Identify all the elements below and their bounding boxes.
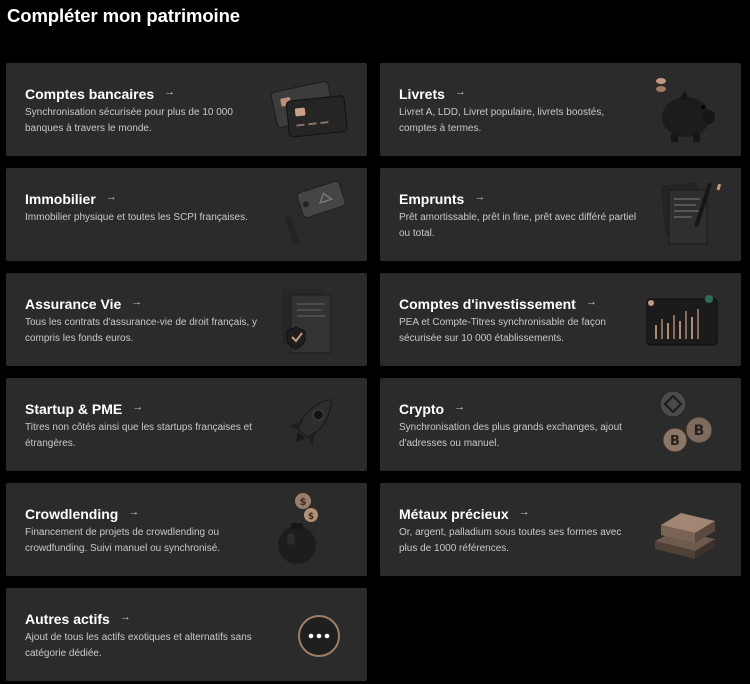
page-title: Compléter mon patrimoine [7, 5, 240, 26]
arrow-right-icon: → [454, 86, 466, 98]
card-comptes-investissement[interactable]: Comptes d'investissement → PEA et Compte… [380, 273, 741, 366]
arrow-right-icon: → [454, 401, 466, 413]
card-title: Immobilier [25, 191, 96, 207]
card-livrets[interactable]: Livrets → Livret A, LDD, Livret populair… [380, 63, 741, 156]
card-title: Emprunts [399, 191, 465, 207]
card-title: Comptes d'investissement [399, 296, 576, 312]
card-crowdlending[interactable]: Crowdlending → Financement de projets de… [6, 483, 367, 576]
more-options-icon [298, 615, 340, 657]
money-bag-icon: $ $ [278, 493, 318, 564]
insurance-contract-icon [283, 289, 332, 354]
card-startup-pme[interactable]: Startup & PME → Titres non côtés ainsi q… [6, 378, 367, 471]
card-title: Livrets [399, 86, 445, 102]
bank-cards-icon [270, 81, 348, 138]
stock-chart-icon [646, 295, 718, 346]
card-description: Synchronisation sécurisée pour plus de 1… [25, 107, 233, 134]
piggy-bank-icon [656, 78, 715, 142]
card-comptes-bancaires[interactable]: Comptes bancaires → Synchronisation sécu… [6, 63, 367, 156]
card-title: Assurance Vie [25, 296, 122, 312]
svg-text:$: $ [300, 497, 307, 508]
gold-bars-icon [655, 513, 715, 559]
svg-text:$: $ [308, 512, 314, 522]
loan-document-icon [660, 182, 722, 245]
card-description: Synchronisation des plus grands exchange… [399, 422, 622, 449]
arrow-right-icon: → [164, 86, 176, 98]
card-description: Or, argent, palladium sous toutes ses fo… [399, 527, 622, 554]
arrow-right-icon: → [474, 191, 486, 203]
card-title: Crowdlending [25, 506, 119, 522]
card-description: Tous les contrats d'assurance-vie de dro… [25, 317, 258, 344]
card-emprunts[interactable]: Emprunts → Prêt amortissable, prêt in fi… [380, 168, 741, 261]
card-title: Comptes bancaires [25, 86, 155, 102]
card-title: Startup & PME [25, 401, 123, 417]
rocket-icon [288, 399, 332, 447]
card-description: Livret A, LDD, Livret populaire, livrets… [399, 107, 605, 134]
arrow-right-icon: → [105, 191, 117, 203]
card-description: Ajout de tous les actifs exotiques et al… [25, 632, 252, 659]
house-key-icon [277, 180, 346, 244]
svg-text:B: B [694, 423, 705, 439]
card-description: PEA et Compte-Titres synchronisable de f… [399, 317, 606, 344]
arrow-right-icon: → [518, 506, 530, 518]
arrow-right-icon: → [128, 506, 140, 518]
arrow-right-icon: → [119, 611, 131, 623]
arrow-right-icon: → [585, 296, 597, 308]
card-autres-actifs[interactable]: Autres actifs → Ajout de tous les actifs… [6, 588, 367, 681]
card-title: Crypto [399, 401, 445, 417]
crypto-coins-icon: B B [659, 390, 713, 453]
arrow-right-icon: → [131, 296, 143, 308]
card-immobilier[interactable]: Immobilier → Immobilier physique et tout… [6, 168, 367, 261]
card-title: Métaux précieux [399, 506, 509, 522]
arrow-right-icon: → [132, 401, 144, 413]
card-description: Prêt amortissable, prêt in fine, prêt av… [399, 212, 637, 239]
card-assurance-vie[interactable]: Assurance Vie → Tous les contrats d'assu… [6, 273, 367, 366]
card-crypto[interactable]: Crypto → Synchronisation des plus grands… [380, 378, 741, 471]
card-metaux-precieux[interactable]: Métaux précieux → Or, argent, palladium … [380, 483, 741, 576]
card-title: Autres actifs [25, 611, 110, 627]
svg-text:B: B [670, 434, 680, 449]
card-description: Titres non côtés ainsi que les startups … [25, 422, 252, 449]
card-description: Immobilier physique et toutes les SCPI f… [25, 212, 248, 223]
card-description: Financement de projets de crowdlending o… [25, 527, 221, 554]
